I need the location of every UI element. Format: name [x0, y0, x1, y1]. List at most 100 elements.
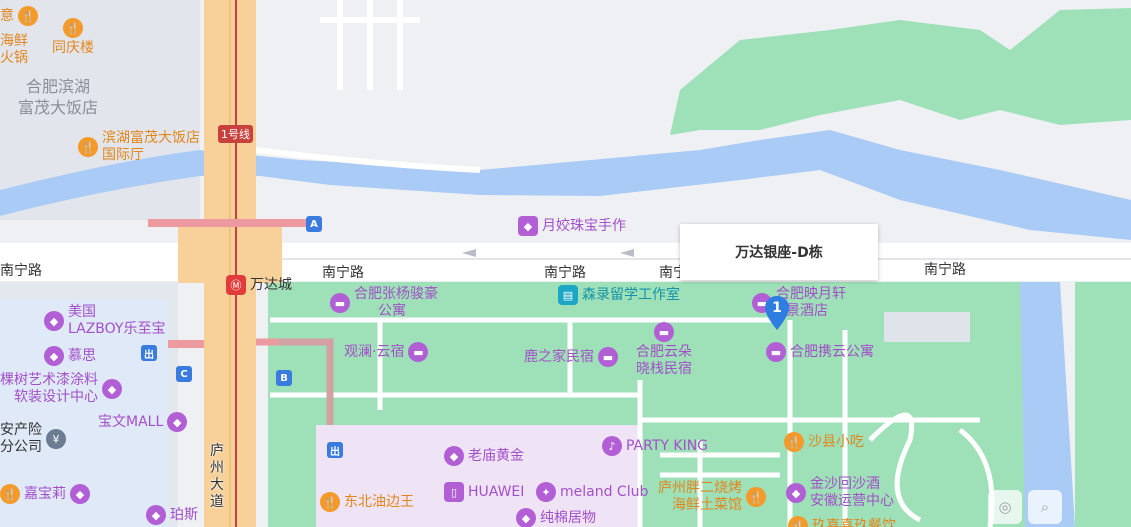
exit-b-badge[interactable]: B	[276, 370, 292, 386]
road-label-nanning: 南宁路	[924, 262, 966, 278]
restaurant-icon: 🍴	[746, 487, 766, 507]
metro-station[interactable]: Ⓜ 万达城	[226, 275, 292, 295]
shopping-bag-icon: ◆	[146, 505, 166, 525]
poi-bottom-fragment[interactable]: 🍴 玖喜喜玖餐饮	[788, 516, 896, 527]
exit-a-badge[interactable]: A	[306, 216, 322, 232]
park-north	[670, 8, 1131, 135]
poi-label: 庐州胖二烧烤	[658, 480, 742, 496]
restaurant-icon: 🍴	[0, 484, 20, 504]
poi-zhangyang[interactable]: ▬ 合肥张杨骏豪 公寓	[330, 286, 438, 320]
location-pin[interactable]: 1	[765, 296, 789, 330]
shopping-bag-icon: ◆	[70, 484, 90, 504]
shopping-bag-icon: ◆	[516, 508, 536, 527]
poi-label: 合肥携云公寓	[790, 343, 874, 360]
poi-label: 滨湖富茂大饭店	[102, 130, 200, 146]
poi-label: 鹿之家民宿	[524, 348, 594, 365]
poi-huawei[interactable]: ▯ HUAWEI	[444, 482, 524, 502]
shopping-bag-icon: ◆	[102, 379, 122, 399]
poi-label: 意	[0, 7, 14, 24]
road-label-luzhou: 道	[210, 494, 224, 510]
shopping-bag-icon: ◆	[518, 216, 538, 236]
phone-icon: ▯	[444, 482, 464, 502]
area-label-binhu: 合肥滨湖 富茂大饭店	[18, 76, 98, 118]
hotel-icon: ▬	[598, 347, 618, 367]
poi-xieyun[interactable]: ▬ 合肥携云公寓	[766, 342, 874, 362]
poi-laomiao[interactable]: ◆ 老庙黄金	[444, 446, 524, 466]
ped-link-west	[168, 340, 204, 348]
restaurant-icon: 🍴	[788, 516, 808, 527]
poi-yuejiao[interactable]: ◆ 月姣珠宝手作	[518, 216, 626, 236]
poi-label: 安徽运营中心	[810, 493, 894, 509]
road-label-nanning: 南宁路	[322, 265, 364, 281]
poi-label: 宝文MALL	[98, 413, 164, 430]
poi-lazboy[interactable]: ◆ 美国 LAZBOY乐至宝	[44, 304, 165, 338]
poi-label: 海鲜	[0, 33, 28, 49]
microphone-icon: ♪	[602, 436, 622, 456]
hotel-icon: ▬	[330, 293, 350, 313]
callout-title: 万达银座-D栋	[735, 245, 823, 261]
poi-keshu[interactable]: 棵树艺术漆涂料 软装设计中心 ◆	[0, 372, 122, 406]
poi-label: 珀斯	[170, 506, 198, 523]
entrance-badge[interactable]: 出	[141, 345, 157, 361]
poi-tongqing[interactable]: 🍴 同庆楼	[52, 18, 94, 57]
poi-luzhijia[interactable]: 鹿之家民宿 ▬	[524, 347, 618, 367]
exit-c-badge[interactable]: C	[176, 366, 192, 382]
poi-meland[interactable]: ✦ meland Club	[536, 482, 648, 502]
restaurant-icon: 🍴	[78, 137, 98, 157]
poi-label: 同庆楼	[52, 40, 94, 56]
map-tool-icon[interactable]: ◎	[988, 490, 1022, 524]
shopping-bag-icon: ◆	[444, 446, 464, 466]
road-label-nanning: 南宁路	[544, 265, 586, 281]
poi-musi[interactable]: ◆ 慕思	[44, 346, 96, 366]
area-label-line: 富茂大饭店	[18, 98, 99, 117]
poi-shaxian[interactable]: 🍴 沙县小吃	[784, 432, 864, 452]
toy-icon: ✦	[536, 482, 556, 502]
poi-chunmian[interactable]: ◆ 纯棉居物	[516, 508, 596, 527]
poi-label: PARTY KING	[626, 437, 709, 454]
poi-label: 国际厅	[102, 147, 144, 163]
shopping-bag-icon: ◆	[44, 346, 64, 366]
map-view[interactable]: 南宁路 南宁路 南宁路 南宁 南宁路 庐 州 大 道 合肥滨湖 富茂大饭店 1号…	[0, 0, 1131, 527]
poi-label: 海鲜土菜馆	[672, 497, 742, 513]
poi-label: 老庙黄金	[468, 447, 524, 464]
poi-bbq[interactable]: 庐州胖二烧烤 海鲜土菜馆 🍴	[658, 480, 766, 514]
entrance-badge[interactable]: 出	[327, 442, 343, 458]
poi-guanlan[interactable]: 观澜·云宿 ▬	[344, 342, 429, 362]
poi-fragment[interactable]: 意 🍴	[0, 6, 38, 26]
poi-label: 沙县小吃	[808, 433, 864, 450]
north-streets	[254, 0, 481, 173]
search-icon[interactable]: ⌕	[1028, 490, 1062, 524]
hotel-icon: ▬	[766, 342, 786, 362]
poi-pasi[interactable]: ◆ 珀斯	[146, 505, 198, 525]
poi-dongbei[interactable]: 🍴 东北油边王	[320, 492, 414, 512]
poi-label: meland Club	[560, 483, 649, 500]
poi-label: 软装设计中心	[14, 389, 98, 405]
poi-label: 安产险	[0, 422, 42, 438]
metro-icon: Ⓜ	[226, 275, 246, 295]
park-east	[1075, 282, 1131, 527]
poi-senlu[interactable]: ▤ 森录留学工作室	[558, 285, 680, 305]
poi-jiabaoli[interactable]: 🍴 嘉宝莉 ◆	[0, 484, 90, 504]
poi-hotpot[interactable]: 海鲜 火锅	[0, 33, 28, 67]
poi-label: 玖喜喜玖餐饮	[812, 517, 896, 527]
poi-jinsha[interactable]: ◆ 金沙回沙酒 安徽运营中心	[786, 476, 894, 510]
location-callout[interactable]: 万达银座-D栋	[680, 224, 878, 280]
poi-label: 观澜·云宿	[344, 343, 405, 360]
poi-insurance[interactable]: 安产险 分公司 ¥	[0, 422, 66, 456]
poi-label: 棵树艺术漆涂料	[0, 372, 98, 388]
poi-partyking[interactable]: ♪ PARTY KING	[602, 436, 708, 456]
road-label-nanning: 南宁路	[0, 263, 42, 279]
poi-baowen[interactable]: 宝文MALL ◆	[98, 412, 188, 432]
shopping-bag-icon: ◆	[786, 483, 806, 503]
restaurant-icon: 🍴	[18, 6, 38, 26]
poi-binhu-hall[interactable]: 🍴 滨湖富茂大饭店 国际厅	[78, 130, 200, 164]
poi-label: 美国	[68, 304, 96, 320]
poi-label: 合肥张杨骏豪	[354, 286, 438, 302]
poi-yunduo[interactable]: ▬ 合肥云朵 晓栈民宿	[636, 322, 692, 378]
poi-label: 月姣珠宝手作	[542, 217, 626, 234]
bank-icon: ¥	[46, 429, 66, 449]
poi-label: 嘉宝莉	[24, 485, 66, 502]
metro-line-badge[interactable]: 1号线	[218, 125, 253, 143]
restaurant-icon: 🍴	[320, 492, 340, 512]
shopping-bag-icon: ◆	[167, 412, 188, 432]
